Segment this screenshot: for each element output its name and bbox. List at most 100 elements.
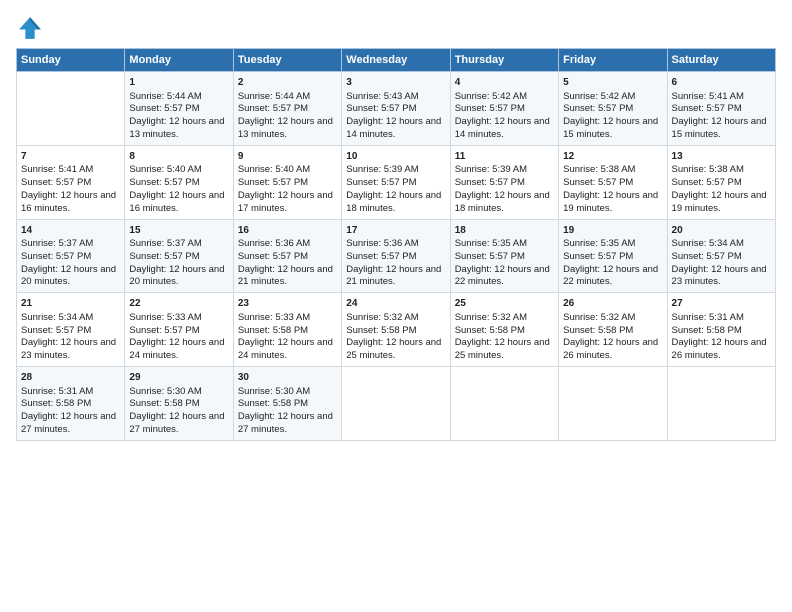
cell-5-3: 30Sunrise: 5:30 AMSunset: 5:58 PMDayligh… xyxy=(233,367,341,441)
day-number: 6 xyxy=(672,76,771,90)
sunset: Sunset: 5:57 PM xyxy=(346,251,416,262)
col-header-thursday: Thursday xyxy=(450,49,558,72)
day-number: 5 xyxy=(563,76,662,90)
sunset: Sunset: 5:57 PM xyxy=(129,251,199,262)
day-number: 8 xyxy=(129,150,228,164)
week-row-4: 21Sunrise: 5:34 AMSunset: 5:57 PMDayligh… xyxy=(17,293,776,367)
cell-3-5: 18Sunrise: 5:35 AM Sunset: 5:57 PM Dayligh… xyxy=(450,219,558,293)
sunset: Sunset: 5:57 PM xyxy=(563,103,633,114)
daylight: Daylight: 12 hours and 14 minutes. xyxy=(346,116,441,140)
header-row: SundayMondayTuesdayWednesdayThursdayFrid… xyxy=(17,49,776,72)
sunrise: Sunrise: 5:31 AM xyxy=(672,312,744,323)
daylight: Daylight: 12 hours and 16 minutes. xyxy=(129,190,224,214)
day-number: 25 xyxy=(455,297,554,311)
sunrise: Sunrise: 5:35 AM xyxy=(563,238,635,249)
cell-2-3: 9Sunrise: 5:40 AMSunset: 5:57 PMDaylight… xyxy=(233,145,341,219)
sunset: Sunset: 5:57 PM xyxy=(346,177,416,188)
sunset: Sunset: 5:57 PM xyxy=(563,251,633,262)
cell-1-7: 6Sunrise: 5:41 AMSunset: 5:57 PMDaylight… xyxy=(667,72,775,146)
day-number: 4 xyxy=(455,76,554,90)
col-header-sunday: Sunday xyxy=(17,49,125,72)
cell-4-7: 27Sunrise: 5:31 AMSunset: 5:58 PMDayligh… xyxy=(667,293,775,367)
sunset: Sunset: 5:57 PM xyxy=(672,177,742,188)
sunset: Sunset: 5:58 PM xyxy=(238,398,308,409)
cell-4-2: 22Sunrise: 5:33 AMSunset: 5:57 PMDayligh… xyxy=(125,293,233,367)
sunset: Sunset: 5:57 PM xyxy=(21,177,91,188)
day-number: 24 xyxy=(346,297,445,311)
sunset: Sunset: 5:57 PM xyxy=(129,103,199,114)
daylight: Daylight: 12 hours and 26 minutes. xyxy=(672,337,767,361)
day-number: 16 xyxy=(238,224,337,238)
logo-icon xyxy=(16,14,44,42)
daylight: Daylight: 12 hours and 19 minutes. xyxy=(563,190,658,214)
sunset: Sunset: 5:58 PM xyxy=(346,325,416,336)
sunrise: Sunrise: 5:42 AM xyxy=(455,91,527,102)
cell-4-1: 21Sunrise: 5:34 AMSunset: 5:57 PMDayligh… xyxy=(17,293,125,367)
sunset: Sunset: 5:57 PM xyxy=(238,177,308,188)
daylight: Daylight: 12 hours and 24 minutes. xyxy=(238,337,333,361)
daylight: Daylight: 12 hours and 13 minutes. xyxy=(238,116,333,140)
cell-4-5: 25Sunrise: 5:32 AMSunset: 5:58 PMDayligh… xyxy=(450,293,558,367)
cell-4-3: 23Sunrise: 5:33 AMSunset: 5:58 PMDayligh… xyxy=(233,293,341,367)
daylight: Daylight: 12 hours and 14 minutes. xyxy=(455,116,550,140)
col-header-monday: Monday xyxy=(125,49,233,72)
day-number: 12 xyxy=(563,150,662,164)
daylight: Daylight: 12 hours and 13 minutes. xyxy=(129,116,224,140)
cell-1-5: 4Sunrise: 5:42 AMSunset: 5:57 PMDaylight… xyxy=(450,72,558,146)
week-row-3: 14Sunrise: 5:37 AMSunset: 5:57 PMDayligh… xyxy=(17,219,776,293)
day-number: 29 xyxy=(129,371,228,385)
sunrise: Sunrise: 5:32 AM xyxy=(455,312,527,323)
week-row-5: 28Sunrise: 5:31 AMSunset: 5:58 PMDayligh… xyxy=(17,367,776,441)
cell-1-3: 2Sunrise: 5:44 AMSunset: 5:57 PMDaylight… xyxy=(233,72,341,146)
cell-1-4: 3Sunrise: 5:43 AMSunset: 5:57 PMDaylight… xyxy=(342,72,450,146)
sunrise: Sunrise: 5:37 AM xyxy=(21,238,93,249)
daylight: Daylight: 12 hours and 20 minutes. xyxy=(21,264,116,288)
day-number: 11 xyxy=(455,150,554,164)
sunrise: Sunrise: 5:30 AM xyxy=(129,386,201,397)
sunrise: Sunrise: 5:35 AM xyxy=(455,238,527,249)
cell-5-2: 29Sunrise: 5:30 AMSunset: 5:58 PMDayligh… xyxy=(125,367,233,441)
cell-2-1: 7Sunrise: 5:41 AMSunset: 5:57 PMDaylight… xyxy=(17,145,125,219)
day-number: 23 xyxy=(238,297,337,311)
sunset: Sunset: 5:58 PM xyxy=(563,325,633,336)
cell-1-6: 5Sunrise: 5:42 AMSunset: 5:57 PMDaylight… xyxy=(559,72,667,146)
sunset: Sunset: 5:57 PM xyxy=(672,251,742,262)
day-number: 9 xyxy=(238,150,337,164)
day-number: 10 xyxy=(346,150,445,164)
daylight: Daylight: 12 hours and 22 minutes. xyxy=(455,264,550,288)
day-number: 19 xyxy=(563,224,662,238)
day-number: 20 xyxy=(672,224,771,238)
day-number: 30 xyxy=(238,371,337,385)
cell-3-1: 14Sunrise: 5:37 AMSunset: 5:57 PMDayligh… xyxy=(17,219,125,293)
cell-5-7 xyxy=(667,367,775,441)
sunset: Sunset: 5:57 PM xyxy=(21,325,91,336)
sunrise: Sunrise: 5:43 AM xyxy=(346,91,418,102)
day-number: 18 xyxy=(455,224,554,238)
cell-1-1 xyxy=(17,72,125,146)
sunrise: Sunrise: 5:39 AM xyxy=(346,164,418,175)
sunrise: Sunrise: 5:38 AM xyxy=(672,164,744,175)
daylight: Daylight: 12 hours and 27 minutes. xyxy=(238,411,333,435)
cell-3-3: 16Sunrise: 5:36 AMSunset: 5:57 PMDayligh… xyxy=(233,219,341,293)
cell-3-7: 20Sunrise: 5:34 AMSunset: 5:57 PMDayligh… xyxy=(667,219,775,293)
day-number: 3 xyxy=(346,76,445,90)
day-number: 17 xyxy=(346,224,445,238)
col-header-wednesday: Wednesday xyxy=(342,49,450,72)
sunrise: Sunrise: 5:39 AM xyxy=(455,164,527,175)
sunrise: Sunrise: 5:36 AM xyxy=(238,238,310,249)
sunset: Sunset: 5:58 PM xyxy=(672,325,742,336)
sunset: Sunset: 5:57 PM xyxy=(455,251,525,262)
cell-2-2: 8Sunrise: 5:40 AMSunset: 5:57 PMDaylight… xyxy=(125,145,233,219)
sunrise: Sunrise: 5:44 AM xyxy=(129,91,201,102)
daylight: Daylight: 12 hours and 24 minutes. xyxy=(129,337,224,361)
sunrise: Sunrise: 5:34 AM xyxy=(672,238,744,249)
cell-2-7: 13Sunrise: 5:38 AMSunset: 5:57 PMDayligh… xyxy=(667,145,775,219)
daylight: Daylight: 12 hours and 16 minutes. xyxy=(21,190,116,214)
header xyxy=(16,10,776,42)
day-number: 26 xyxy=(563,297,662,311)
cell-2-6: 12Sunrise: 5:38 AMSunset: 5:57 PMDayligh… xyxy=(559,145,667,219)
sunrise: Sunrise: 5:41 AM xyxy=(672,91,744,102)
sunset: Sunset: 5:57 PM xyxy=(129,177,199,188)
daylight: Daylight: 12 hours and 22 minutes. xyxy=(563,264,658,288)
day-number: 13 xyxy=(672,150,771,164)
